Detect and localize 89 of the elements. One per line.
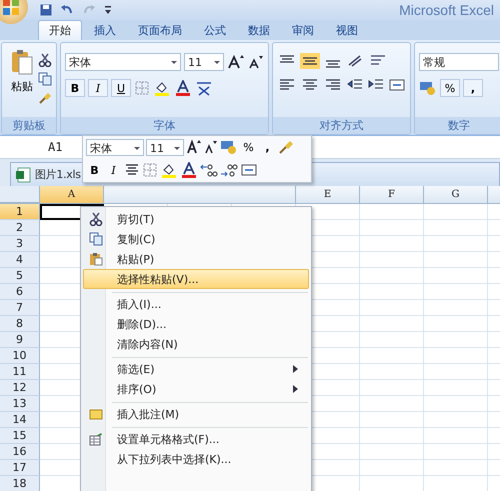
menu-item[interactable]: 筛选(E) (83, 354, 309, 379)
row-header[interactable]: 7 (0, 300, 40, 316)
row-header[interactable]: 1 (0, 204, 40, 220)
row-header[interactable]: 8 (0, 316, 40, 332)
menu-item[interactable]: 从下拉列表中选择(K)... (83, 449, 309, 469)
percent-button[interactable]: % (440, 79, 460, 97)
column-header[interactable]: A (40, 186, 104, 203)
font-color-icon[interactable] (174, 80, 192, 96)
comma-button[interactable]: , (259, 138, 276, 156)
group-label: 剪贴板 (2, 117, 56, 134)
submenu-arrow-icon (293, 365, 298, 373)
group-label: 数字 (415, 117, 500, 134)
group-label: 对齐方式 (273, 117, 410, 134)
brush-icon[interactable] (278, 139, 294, 155)
increase-decimal-icon[interactable] (200, 162, 218, 178)
workbook-icon (15, 166, 31, 182)
decrease-decimal-icon[interactable] (220, 162, 238, 178)
menu-item[interactable]: 粘贴(P) (83, 249, 309, 269)
ribbon-tab[interactable]: 公式 (194, 20, 236, 40)
row-header[interactable]: 15 (0, 428, 40, 444)
ribbon-tab[interactable]: 数据 (238, 20, 280, 40)
fill-color-icon[interactable] (153, 80, 171, 96)
italic-button[interactable]: I (105, 161, 122, 179)
grow-font-icon[interactable] (186, 139, 202, 155)
row-header[interactable]: 13 (0, 396, 40, 412)
menu-item[interactable]: 插入(I)... (83, 289, 309, 314)
format-cells-icon (89, 432, 103, 446)
row-header[interactable]: 16 (0, 444, 40, 460)
scissors-icon[interactable] (38, 53, 52, 67)
note-icon (89, 407, 103, 421)
ribbon-tab[interactable]: 视图 (326, 20, 368, 40)
grow-font-icon[interactable] (227, 54, 245, 70)
merge-icon[interactable] (388, 77, 406, 93)
row-header[interactable]: 10 (0, 348, 40, 364)
paste-button[interactable]: 粘贴 (6, 47, 38, 113)
row-header[interactable]: 4 (0, 252, 40, 268)
font-name-field[interactable]: 宋体 (65, 53, 181, 71)
submenu-arrow-icon (293, 385, 298, 393)
undo-icon[interactable] (60, 4, 74, 16)
save-icon[interactable] (40, 4, 52, 16)
row-header[interactable]: 17 (0, 460, 40, 476)
number-format-field[interactable]: 常规 (419, 53, 499, 71)
customize-icon[interactable] (104, 5, 112, 15)
ribbon-tab[interactable]: 页面布局 (128, 20, 192, 40)
menu-item[interactable]: 清除内容(N) (83, 334, 309, 354)
percent-button[interactable]: % (240, 138, 257, 156)
menu-item[interactable]: 复制(C) (83, 229, 309, 249)
row-header[interactable]: 18 (0, 476, 40, 491)
window-title: Microsoft Excel (399, 2, 494, 18)
ribbon-tab[interactable]: 开始 (38, 20, 82, 40)
clipboard-icon (11, 49, 33, 75)
menu-item[interactable]: 选择性粘贴(V)... (83, 269, 309, 289)
italic-button[interactable]: I (88, 79, 108, 97)
bold-button[interactable]: B (86, 161, 103, 179)
font-color-icon[interactable] (180, 162, 198, 178)
menu-item[interactable]: 删除(D)... (83, 314, 309, 334)
menu-item[interactable]: 剪切(T) (83, 209, 309, 229)
brush-icon[interactable] (38, 91, 52, 105)
menu-item[interactable]: 排序(O) (83, 379, 309, 399)
ribbon-tab[interactable]: 审阅 (282, 20, 324, 40)
ribbon-tab[interactable]: 插入 (84, 20, 126, 40)
scissors-icon (89, 212, 103, 226)
row-header[interactable]: 11 (0, 364, 40, 380)
copy-icon (89, 232, 103, 246)
row-header[interactable]: 9 (0, 332, 40, 348)
row-header[interactable]: 5 (0, 268, 40, 284)
font-name-field[interactable]: 宋体 (86, 138, 144, 156)
menu-item[interactable]: 设置单元格格式(F)... (83, 424, 309, 449)
shrink-font-icon[interactable] (248, 54, 264, 70)
font-size-field[interactable]: 11 (146, 138, 184, 156)
row-header[interactable]: 14 (0, 412, 40, 428)
clipboard-icon (89, 252, 103, 266)
menu-item[interactable]: 插入批注(M) (83, 399, 309, 424)
underline-button[interactable]: U (111, 79, 131, 97)
font-size-field[interactable]: 11 (184, 53, 224, 71)
shrink-font-icon[interactable] (204, 139, 218, 155)
workbook-title: 图片1.xls (35, 167, 81, 182)
merge-icon[interactable] (240, 162, 258, 178)
group-label: 字体 (61, 117, 268, 134)
row-header[interactable]: 2 (0, 220, 40, 236)
bold-button[interactable]: B (65, 79, 85, 97)
name-box[interactable]: A1 (48, 140, 62, 154)
row-header[interactable]: 6 (0, 284, 40, 300)
row-header[interactable]: 12 (0, 380, 40, 396)
fill-color-icon[interactable] (160, 162, 178, 178)
row-header[interactable]: 3 (0, 236, 40, 252)
comma-button[interactable]: , (463, 79, 483, 97)
copy-icon[interactable] (38, 72, 52, 86)
align-middle-icon[interactable] (300, 53, 320, 69)
